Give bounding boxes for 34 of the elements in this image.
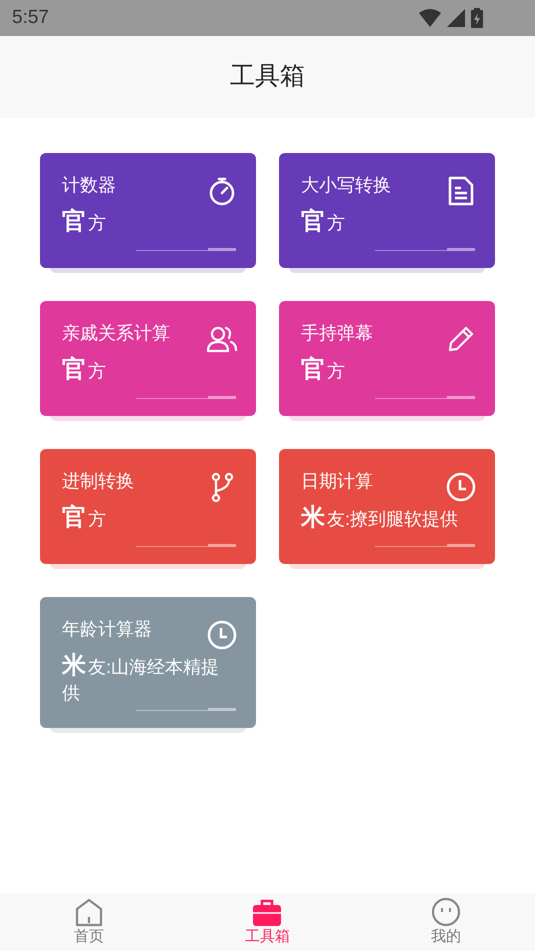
- source-label: 米友:撩到腿软提供: [301, 505, 460, 532]
- tool-card[interactable]: 计数器 官 方: [40, 153, 256, 268]
- page-title: 工具箱: [230, 61, 305, 92]
- source-label: 米友:山海经本精提供: [62, 653, 220, 705]
- source-label: 官 方: [62, 505, 107, 532]
- tool-title: 手持弹幕: [301, 322, 373, 345]
- source-label: 官 方: [301, 357, 346, 384]
- tool-title: 进制转换: [62, 470, 134, 493]
- toolbox-icon: [252, 897, 282, 927]
- tool-card[interactable]: 日期计算 米友:撩到腿软提供: [279, 449, 495, 564]
- tool-title: 亲戚关系计算: [62, 322, 170, 345]
- clock-icon: [445, 471, 477, 503]
- nav-tab[interactable]: 工具箱: [178, 893, 357, 951]
- tool-card[interactable]: 亲戚关系计算 官 方: [40, 301, 256, 416]
- tool-title: 大小写转换: [301, 174, 391, 197]
- wifi-icon: [419, 9, 441, 27]
- tool-card[interactable]: 年龄计算器 米友:山海经本精提供: [40, 597, 256, 728]
- tool-card[interactable]: 手持弹幕 官 方: [279, 301, 495, 416]
- nav-tab[interactable]: 我的: [356, 893, 535, 951]
- status-time: 5:57: [12, 6, 49, 30]
- source-label: 官 方: [62, 357, 107, 384]
- clock-icon: [206, 619, 238, 651]
- tool-card[interactable]: 进制转换 官 方: [40, 449, 256, 564]
- face-icon: [430, 897, 461, 927]
- house-icon: [74, 897, 104, 927]
- tool-title: 年龄计算器: [62, 618, 152, 641]
- tool-title: 计数器: [62, 174, 116, 197]
- signal-icon: [447, 9, 465, 27]
- battery-icon: [471, 8, 483, 28]
- tool-card[interactable]: 大小写转换 官 方: [279, 153, 495, 268]
- nav-tab[interactable]: 首页: [0, 893, 178, 951]
- tool-title: 日期计算: [301, 470, 373, 493]
- source-label: 官 方: [301, 209, 346, 236]
- source-label: 官 方: [62, 209, 107, 236]
